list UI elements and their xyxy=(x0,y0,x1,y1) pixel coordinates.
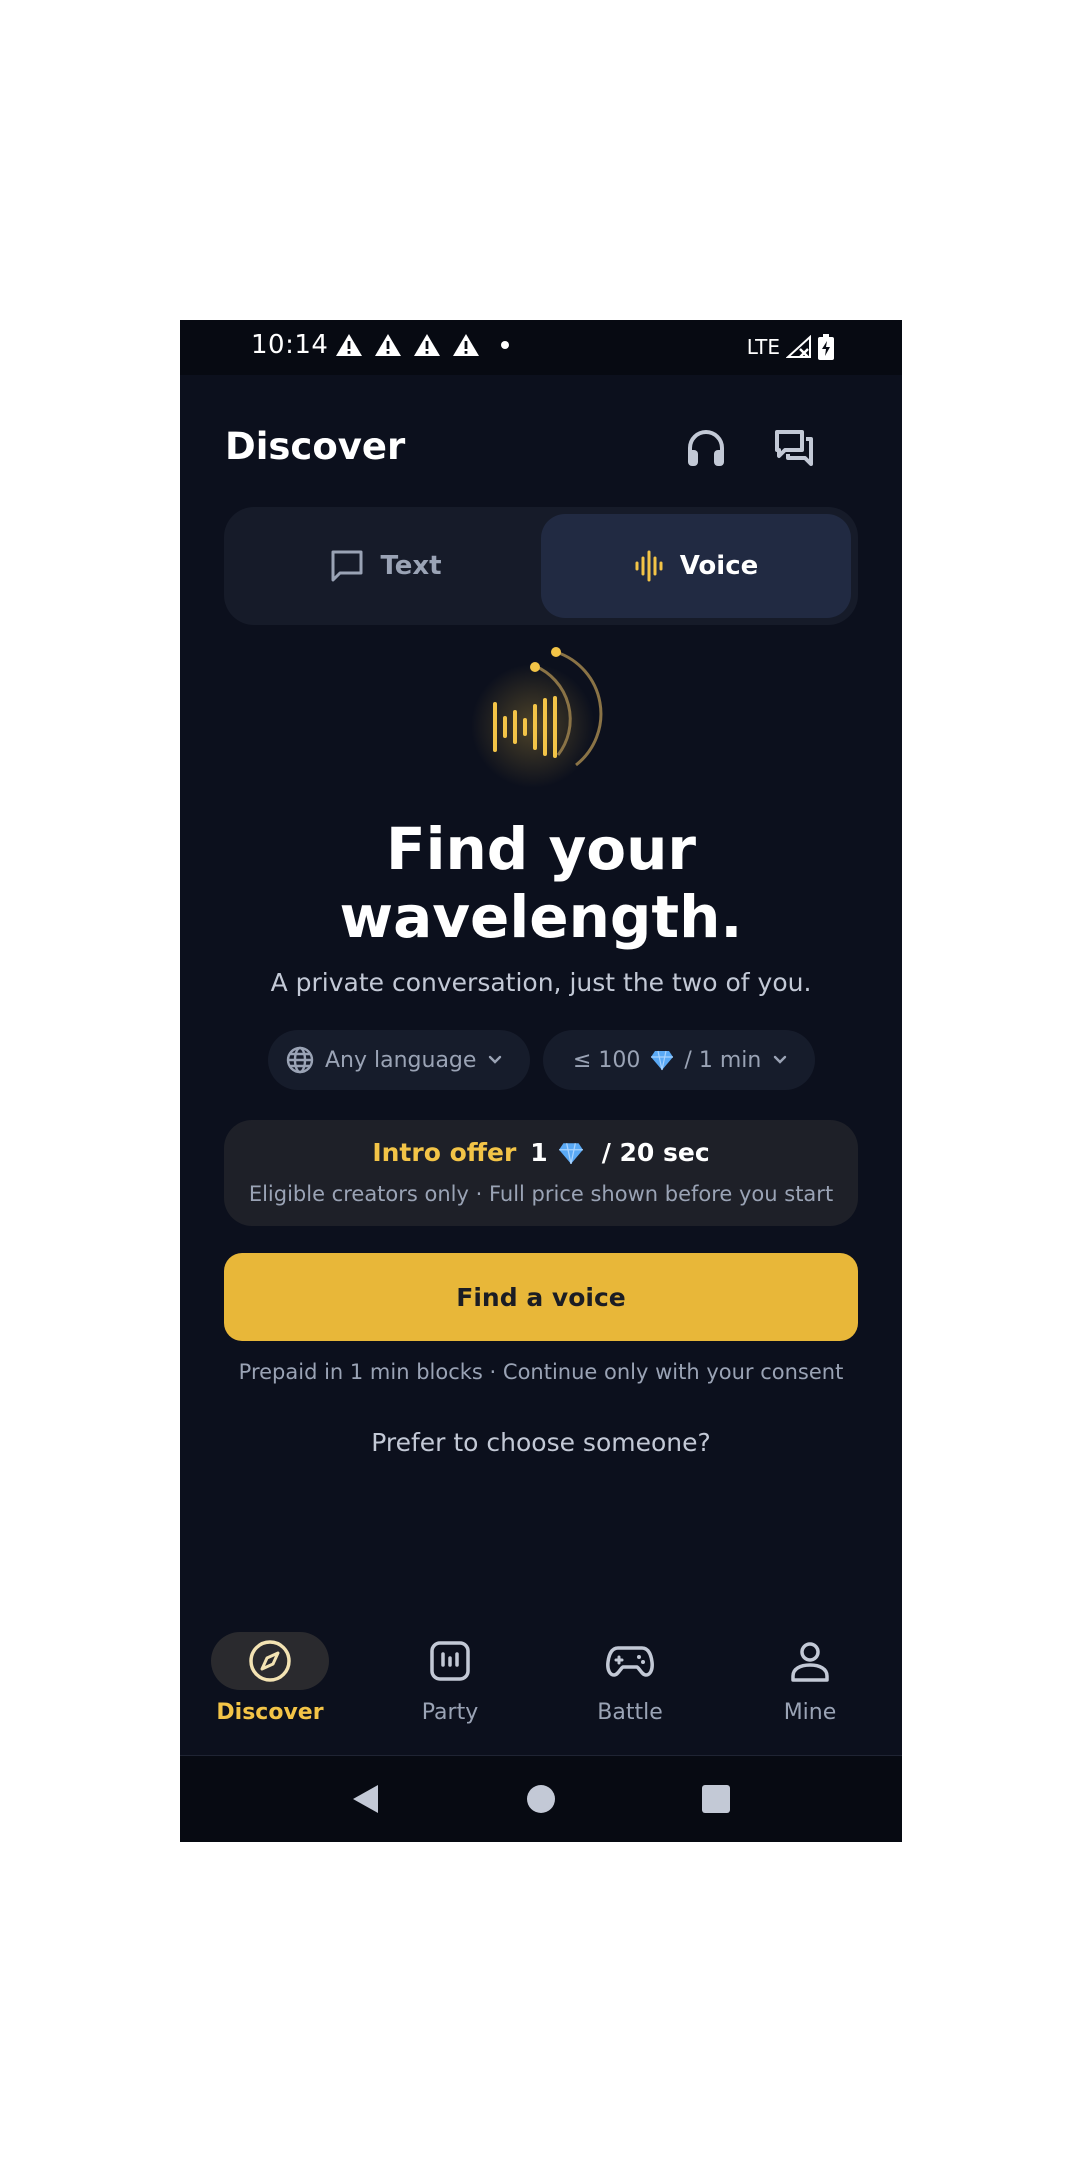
notification-dot-icon xyxy=(501,341,509,349)
back-button[interactable] xyxy=(347,1781,383,1817)
hero-subtitle: A private conversation, just the two of … xyxy=(270,968,812,997)
hero-title: Find your wavelength. xyxy=(180,815,902,951)
nav-battle-label: Battle xyxy=(597,1700,663,1725)
tab-voice-label: Voice xyxy=(679,551,759,581)
find-a-voice-button[interactable]: Find a voice xyxy=(224,1253,858,1341)
diamond-icon xyxy=(558,1142,583,1164)
nav-party[interactable]: Party xyxy=(360,1620,540,1725)
headset-icon[interactable] xyxy=(682,424,730,472)
phone-screen: 10:14 LTE Discover Text Voice Find your … xyxy=(180,320,902,1842)
intro-offer-line: Intro offer 1 / 20 sec xyxy=(224,1138,858,1167)
nav-battle[interactable]: Battle xyxy=(540,1620,720,1725)
gamepad-icon xyxy=(606,1646,654,1677)
nav-mine-icon-wrap xyxy=(751,1632,869,1690)
waveform-icon xyxy=(635,550,663,582)
status-time: 10:14 xyxy=(251,330,329,360)
signal-icon xyxy=(786,335,811,358)
chevron-down-icon xyxy=(489,1055,502,1064)
home-button[interactable] xyxy=(523,1781,559,1817)
mode-toggle: Text Voice xyxy=(224,507,858,625)
status-right: LTE xyxy=(747,334,834,360)
battery-charging-icon xyxy=(818,334,834,360)
warning-icon xyxy=(375,334,401,356)
hero-title-line1: Find your xyxy=(385,815,697,883)
nav-battle-icon-wrap xyxy=(571,1632,689,1690)
intro-offer-amount: 1 xyxy=(530,1138,548,1167)
nav-mine[interactable]: Mine xyxy=(720,1620,900,1725)
status-bar: 10:14 LTE xyxy=(180,320,902,375)
recents-button[interactable] xyxy=(698,1781,734,1817)
tab-text[interactable]: Text xyxy=(231,514,541,618)
nav-party-icon-wrap xyxy=(391,1632,509,1690)
price-filter-unit: / 1 min xyxy=(684,1047,762,1073)
hero-title-line2: wavelength. xyxy=(339,883,743,951)
tab-text-label: Text xyxy=(380,551,442,581)
language-filter[interactable]: Any language xyxy=(268,1030,530,1090)
system-nav-bar xyxy=(180,1756,902,1842)
price-filter-max: ≤ 100 xyxy=(573,1047,641,1073)
chevron-down-icon xyxy=(774,1055,787,1064)
home-circle-icon xyxy=(527,1785,555,1813)
tab-voice[interactable]: Voice xyxy=(541,514,851,618)
cta-note: Prepaid in 1 min blocks · Continue only … xyxy=(238,1360,844,1384)
back-triangle-icon xyxy=(353,1785,378,1813)
language-filter-label: Any language xyxy=(325,1047,477,1073)
compass-icon xyxy=(249,1640,291,1682)
globe-icon xyxy=(286,1046,314,1074)
nav-discover-label: Discover xyxy=(216,1700,324,1725)
intro-offer-note: Eligible creators only · Full price show… xyxy=(248,1182,834,1206)
intro-offer-card: Intro offer 1 / 20 sec Eligible creators… xyxy=(224,1120,858,1226)
nav-discover-icon-wrap xyxy=(211,1632,329,1690)
intro-offer-label: Intro offer xyxy=(372,1138,517,1167)
page-title: Discover xyxy=(225,425,406,468)
person-icon xyxy=(791,1642,829,1682)
nav-discover[interactable]: Discover xyxy=(180,1620,360,1725)
recents-square-icon xyxy=(702,1785,730,1813)
nav-party-label: Party xyxy=(421,1700,479,1725)
voice-wave-illustration xyxy=(471,647,603,788)
chat-bubble-icon xyxy=(331,550,363,582)
price-filter[interactable]: ≤ 100 / 1 min xyxy=(543,1030,815,1090)
status-notifications xyxy=(335,333,509,357)
chat-bubbles-icon[interactable] xyxy=(770,424,818,472)
warning-icon xyxy=(453,334,479,356)
party-icon xyxy=(430,1641,470,1681)
choose-someone-link[interactable]: Prefer to choose someone? xyxy=(180,1428,902,1457)
bottom-nav: Discover Party Battle Mine xyxy=(180,1620,902,1755)
nav-mine-label: Mine xyxy=(783,1700,837,1725)
intro-offer-duration: / 20 sec xyxy=(601,1138,710,1167)
warning-icon xyxy=(336,334,362,356)
diamond-icon xyxy=(651,1050,674,1071)
network-type: LTE xyxy=(746,335,780,359)
warning-icon xyxy=(414,334,440,356)
